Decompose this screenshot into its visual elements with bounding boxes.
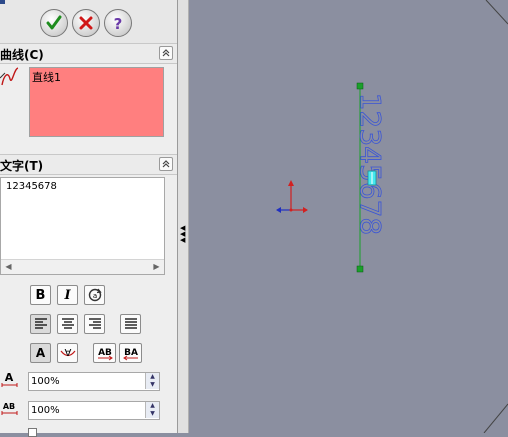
scroll-left-icon[interactable]: ◀ xyxy=(4,262,13,271)
text-section-header[interactable]: 文字(T) xyxy=(0,154,177,175)
property-manager-panel: ? 曲线(C) 直线1 文字(T) 12345678 ◀ ▶ B I a A A… xyxy=(0,0,178,437)
text-spacing-value: 100% xyxy=(31,405,60,416)
italic-label: I xyxy=(64,287,71,303)
ok-button[interactable] xyxy=(40,9,68,37)
confirm-toolbar: ? xyxy=(0,0,177,44)
curve-section-header[interactable]: 曲线(C) xyxy=(0,43,177,64)
rotate-button[interactable]: a xyxy=(84,285,105,305)
sketch-text[interactable]: 12345678 xyxy=(354,92,388,236)
text-spacing-icon: AB xyxy=(1,402,18,415)
spin-up-icon[interactable]: ▲ xyxy=(145,402,159,410)
canvas-background xyxy=(189,0,508,433)
normal-text-button[interactable]: A xyxy=(30,343,51,363)
align-center-icon xyxy=(61,318,74,329)
normal-text-label: A xyxy=(35,346,46,360)
spacing-spinner[interactable]: ▲ ▼ xyxy=(145,402,159,419)
text-height-input[interactable]: 100% ▲ ▼ xyxy=(28,372,160,391)
x-icon xyxy=(79,16,93,30)
curve-icon xyxy=(0,67,19,86)
italic-button[interactable]: I xyxy=(57,285,78,305)
splitter-grip-icon[interactable]: ◀ ◀ ◀ xyxy=(180,225,185,244)
arc-text-icon: A xyxy=(60,346,75,357)
check-icon xyxy=(46,15,62,30)
line-endpoint-top[interactable] xyxy=(356,82,364,90)
graphics-canvas[interactable]: 12345678 xyxy=(189,0,508,433)
svg-text:a: a xyxy=(92,292,96,300)
curve-section-title: 曲线(C) xyxy=(0,48,44,62)
align-center-button[interactable] xyxy=(57,314,78,334)
text-input[interactable]: 12345678 ◀ ▶ xyxy=(0,177,165,275)
panel-splitter[interactable]: ◀ ◀ ◀ xyxy=(178,0,189,433)
selected-curve-item[interactable]: 直线1 xyxy=(32,69,61,85)
align-right-icon xyxy=(88,318,101,329)
ab-flipped-button[interactable]: BA xyxy=(119,343,142,363)
svg-text:?: ? xyxy=(114,15,123,31)
spin-down-icon[interactable]: ▼ xyxy=(145,410,159,418)
justify-button[interactable] xyxy=(120,314,141,334)
text-height-value: 100% xyxy=(31,376,60,387)
spacing-icon-label: AB xyxy=(3,402,15,411)
bold-label: B xyxy=(35,287,46,303)
collapse-text-button[interactable] xyxy=(159,157,173,171)
align-left-button[interactable] xyxy=(30,314,51,334)
curve-selection-box[interactable]: 直线1 xyxy=(29,67,164,137)
question-icon: ? xyxy=(114,15,123,31)
horizontal-scrollbar[interactable]: ◀ ▶ xyxy=(1,259,164,274)
text-spacing-input[interactable]: 100% ▲ ▼ xyxy=(28,401,160,420)
justify-icon xyxy=(124,318,137,329)
bold-button[interactable]: B xyxy=(30,285,51,305)
text-input-value: 12345678 xyxy=(6,181,57,192)
height-icon-label: A xyxy=(5,371,14,384)
text-section-title: 文字(T) xyxy=(0,159,44,173)
help-button[interactable]: ? xyxy=(104,9,132,37)
ab-normal-icon: AB xyxy=(97,348,113,361)
flip-text-button[interactable]: A xyxy=(57,343,78,363)
scroll-right-icon[interactable]: ▶ xyxy=(152,262,161,271)
flip-text-label: A xyxy=(64,346,71,357)
rotate-icon: a xyxy=(88,288,102,302)
double-chevron-up-icon xyxy=(162,160,170,168)
spin-up-icon[interactable]: ▲ xyxy=(145,373,159,381)
title-stub xyxy=(0,0,5,4)
ab-normal-button[interactable]: AB xyxy=(93,343,116,363)
ab-flipped-icon: BA xyxy=(122,348,138,361)
cancel-button[interactable] xyxy=(72,9,100,37)
align-right-button[interactable] xyxy=(84,314,105,334)
spin-down-icon[interactable]: ▼ xyxy=(145,381,159,389)
height-spinner[interactable]: ▲ ▼ xyxy=(145,373,159,390)
collapse-curve-button[interactable] xyxy=(159,46,173,60)
align-left-icon xyxy=(34,318,47,329)
text-height-icon: A xyxy=(1,371,18,387)
double-chevron-up-icon xyxy=(162,49,170,57)
line-endpoint-bottom[interactable] xyxy=(356,265,364,273)
